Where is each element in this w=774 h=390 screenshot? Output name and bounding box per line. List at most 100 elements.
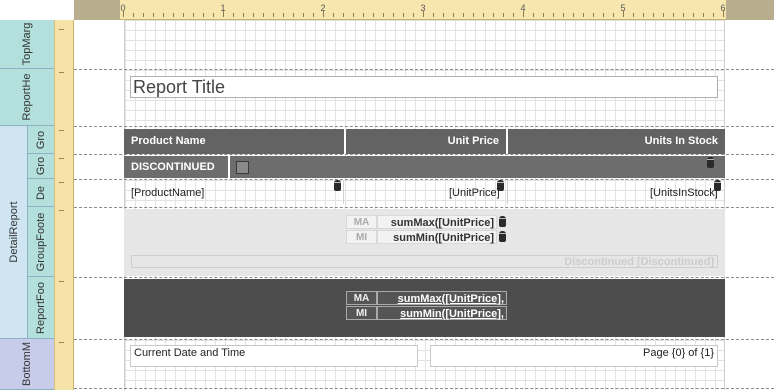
ruler-tick [593, 13, 594, 17]
group-header-discontinued[interactable]: DISCONTINUED [124, 156, 725, 178]
ruler-tick [633, 13, 634, 17]
ruler-tick [353, 13, 354, 17]
ruler-tick [59, 158, 64, 159]
ruler-tick [403, 13, 404, 17]
band-divider[interactable] [74, 126, 774, 127]
database-icon [499, 231, 506, 242]
ruler-tick [423, 11, 424, 17]
sum-min-field[interactable]: sumMin([UnitPrice] [377, 230, 497, 244]
ruler-tick [643, 13, 644, 17]
ruler-tick [323, 11, 324, 17]
max-label[interactable]: MA [346, 215, 377, 229]
min-label[interactable]: MI [346, 230, 377, 244]
horizontal-ruler[interactable]: 0 1 2 3 4 5 6 [120, 0, 726, 20]
band-group-header-2[interactable]: Gro [28, 154, 54, 179]
database-icon [497, 180, 504, 191]
ruler-tick [613, 13, 614, 17]
ruler-tick [163, 13, 164, 17]
band-top-margin[interactable]: TopMarg [0, 20, 54, 69]
discontinued-label[interactable]: DISCONTINUED [124, 156, 230, 178]
ruler-tick [273, 13, 274, 17]
ruler-tick [59, 130, 64, 131]
ruler-tick [683, 13, 684, 17]
band-report-footer[interactable]: ReportFoo [28, 277, 54, 339]
ruler-tick [193, 13, 194, 17]
ruler-tick [173, 13, 174, 17]
ruler-corner [0, 0, 74, 20]
ruler-tick [223, 11, 224, 17]
discontinued-caption[interactable]: Discontinued [Discontinued] [131, 255, 718, 268]
ruler-tick [383, 13, 384, 17]
max-label[interactable]: MA [346, 291, 377, 305]
ruler-tick [233, 13, 234, 17]
discontinued-checkbox[interactable] [236, 161, 249, 174]
band-detail-report[interactable]: DetailReport [0, 126, 28, 339]
ruler-tick [59, 342, 64, 343]
column-divider [343, 181, 344, 204]
header-units-in-stock[interactable]: Units In Stock [508, 129, 725, 154]
ruler-tick [713, 13, 714, 17]
report-title-label[interactable]: Report Title [130, 76, 718, 98]
current-datetime-field[interactable]: Current Date and Time [130, 345, 418, 367]
ruler-tick [213, 13, 214, 17]
sum-max-field[interactable]: sumMax([UnitPrice] [377, 215, 497, 229]
band-divider[interactable] [74, 339, 774, 340]
field-product-name[interactable]: [ProductName] [131, 181, 204, 204]
band-bottom-margin[interactable]: BottomM [0, 339, 54, 390]
database-icon [714, 180, 721, 191]
database-icon [334, 180, 341, 191]
band-divider[interactable] [74, 69, 774, 70]
ruler-tick [183, 13, 184, 17]
band-divider[interactable] [74, 154, 774, 155]
ruler-tick [143, 13, 144, 17]
database-icon [707, 157, 714, 168]
ruler-tick [373, 13, 374, 17]
ruler-tick [523, 11, 524, 17]
band-group-footer[interactable]: GroupFoote [28, 207, 54, 277]
ruler-tick [293, 13, 294, 17]
ruler-tick [59, 182, 64, 183]
ruler-tick [483, 13, 484, 17]
band-divider[interactable] [74, 207, 774, 208]
ruler-tick [533, 13, 534, 17]
min-label[interactable]: MI [346, 306, 377, 320]
field-unit-price[interactable]: [UnitPrice] [449, 181, 500, 204]
band-divider[interactable] [74, 179, 774, 180]
ruler-tick [203, 13, 204, 17]
group-header-table[interactable]: Product Name Unit Price Units In Stock [124, 129, 725, 154]
ruler-tick [243, 13, 244, 17]
ruler-tick [153, 13, 154, 17]
ruler-tick [59, 29, 64, 30]
ruler-tick [263, 13, 264, 17]
column-divider [507, 181, 508, 204]
ruler-tick [283, 13, 284, 17]
ruler-tick [543, 13, 544, 17]
page-info-field[interactable]: Page {0} of {1} [430, 345, 718, 367]
band-divider[interactable] [74, 388, 774, 389]
ruler-tick [603, 13, 604, 17]
ruler-tick [583, 13, 584, 17]
vertical-ruler[interactable] [54, 20, 74, 390]
band-divider[interactable] [74, 277, 774, 278]
header-product-name[interactable]: Product Name [124, 129, 346, 154]
sum-min-field[interactable]: sumMin([UnitPrice], [377, 306, 507, 320]
band-report-header[interactable]: ReportHe [0, 69, 54, 126]
ruler-tick [723, 11, 724, 17]
field-units-in-stock[interactable]: [UnitsInStock] [650, 181, 718, 204]
ruler-tick [573, 13, 574, 17]
ruler-tick [253, 13, 254, 17]
band-detail[interactable]: De [28, 179, 54, 207]
sum-max-field[interactable]: sumMax([UnitPrice], [377, 291, 507, 305]
ruler-tick [653, 13, 654, 17]
header-unit-price[interactable]: Unit Price [346, 129, 508, 154]
ruler-tick [563, 13, 564, 17]
ruler-tick [333, 13, 334, 17]
band-strip: TopMarg ReportHe DetailReport Gro Gro De… [0, 20, 54, 390]
ruler-tick [343, 13, 344, 17]
ruler-tick [463, 13, 464, 17]
ruler-tick [443, 13, 444, 17]
ruler-tick [313, 13, 314, 17]
band-group-header-1[interactable]: Gro [28, 126, 54, 154]
database-icon [499, 216, 506, 227]
ruler-tick [133, 13, 134, 17]
